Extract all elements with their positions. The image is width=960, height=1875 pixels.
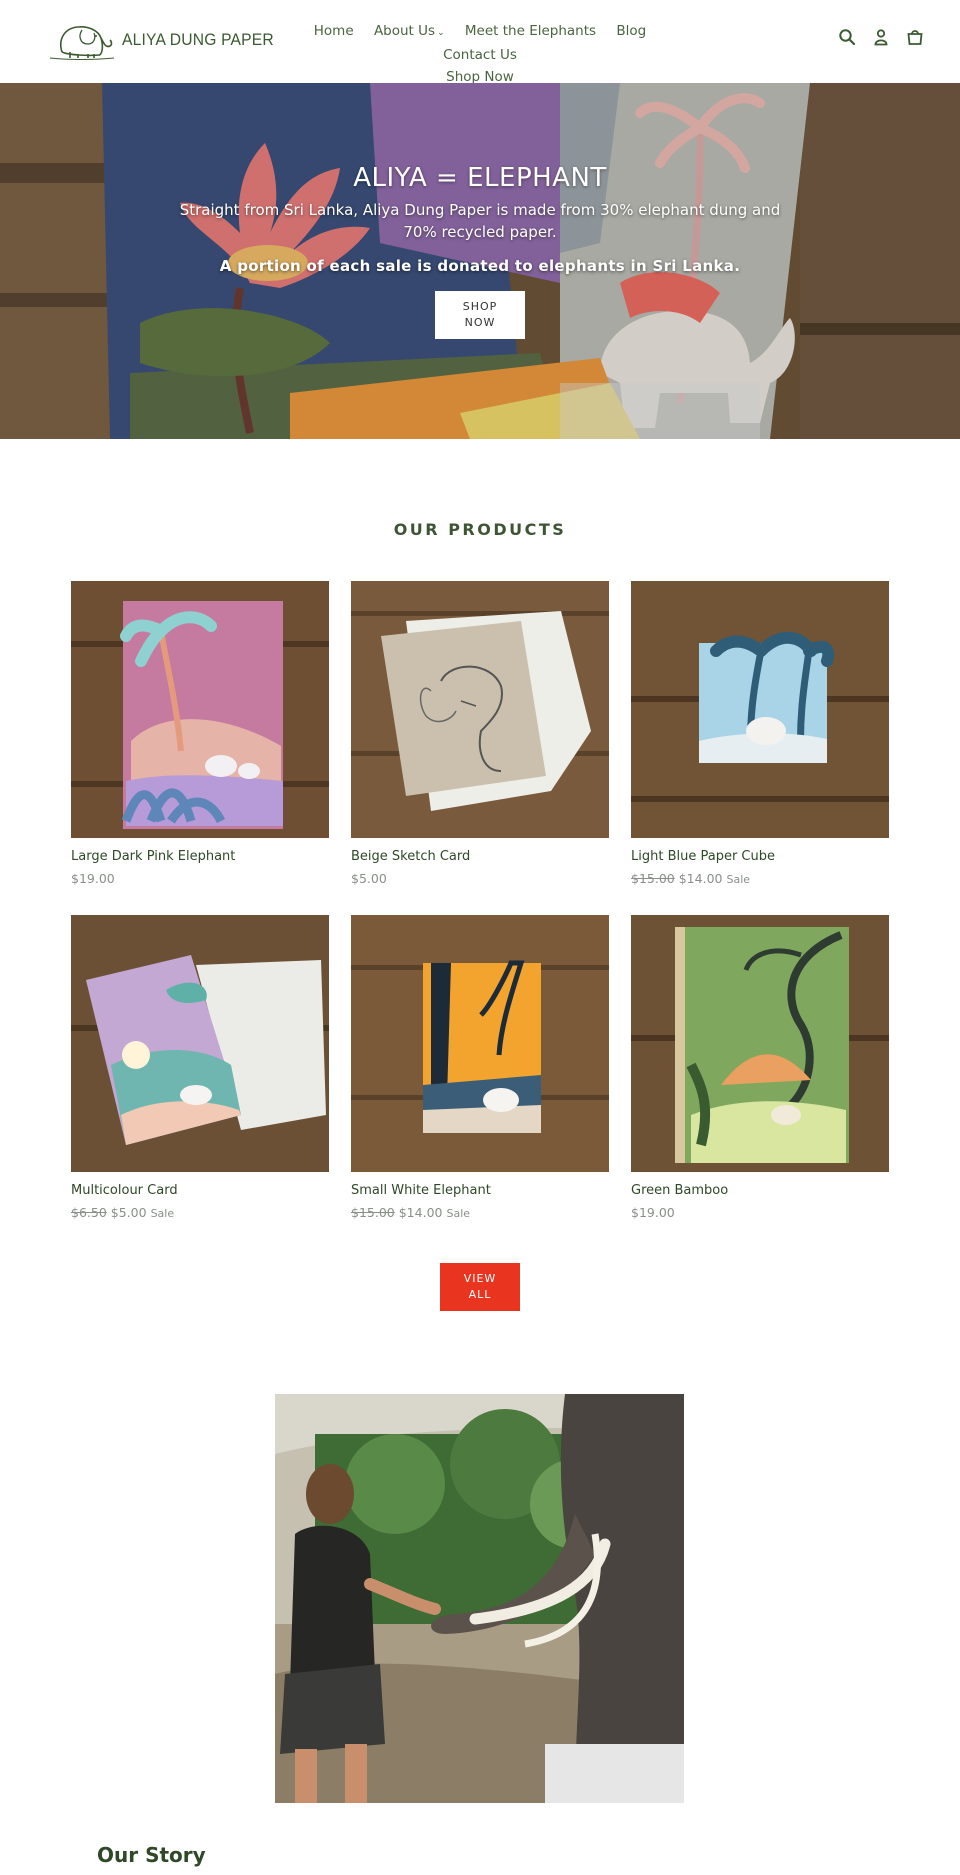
nav-about-us[interactable]: About Us ⌄ xyxy=(374,23,445,39)
sale-label: Sale xyxy=(726,873,751,886)
sale-label: Sale xyxy=(150,1207,175,1220)
product-photo xyxy=(631,915,889,1172)
product-name[interactable]: Light Blue Paper Cube xyxy=(631,849,889,864)
product-current-price: $14.00 xyxy=(398,1205,443,1220)
product-price: $6.50 $5.00 Sale xyxy=(71,1205,329,1220)
site-header: ALIYA DUNG PAPER Home About Us ⌄ Meet the… xyxy=(0,0,960,85)
product-current-price: $5.00 xyxy=(351,871,387,886)
product-old-price: $15.00 xyxy=(351,1205,395,1220)
product-image-small-white-elephant[interactable] xyxy=(351,915,609,1172)
product-photo xyxy=(351,581,609,838)
products-section-title: OUR PRODUCTS xyxy=(393,520,567,539)
hero-title: ALIYA = ELEPHANT xyxy=(353,163,607,193)
cart-icon[interactable] xyxy=(906,28,924,46)
shop-now-button-line1: SHOP xyxy=(462,300,498,313)
nav-blog[interactable]: Blog xyxy=(616,23,646,39)
view-all-button[interactable]: VIEW ALL xyxy=(440,1263,520,1311)
site-logo[interactable]: ALIYA DUNG PAPER xyxy=(48,18,287,62)
hero-content: ALIYA = ELEPHANT Straight from Sri Lanka… xyxy=(0,83,960,339)
product-price: $19.00 xyxy=(71,871,329,886)
product-card[interactable]: Light Blue Paper Cube $15.00 $14.00 Sale xyxy=(631,581,889,886)
product-current-price: $5.00 xyxy=(110,1205,147,1220)
product-image-light-blue-paper-cube[interactable] xyxy=(631,581,889,838)
product-image-large-dark-pink-elephant[interactable] xyxy=(71,581,329,838)
logo-text: ALIYA DUNG PAPER xyxy=(122,30,274,49)
product-current-price: $14.00 xyxy=(678,871,723,886)
product-current-price: $19.00 xyxy=(71,871,115,886)
story-title: Our Story xyxy=(97,1843,206,1867)
product-card[interactable]: Green Bamboo $19.00 xyxy=(631,915,889,1220)
nav-contact-us[interactable]: Contact Us xyxy=(443,47,517,63)
product-name[interactable]: Beige Sketch Card xyxy=(351,849,609,864)
account-icon[interactable] xyxy=(872,28,890,46)
story-photo xyxy=(275,1394,684,1803)
view-all-line1: VIEW xyxy=(463,1272,497,1285)
nav-about-us-label: About Us xyxy=(373,23,436,39)
nav-home[interactable]: Home xyxy=(314,23,354,39)
view-all-line2: ALL xyxy=(468,1288,492,1301)
product-photo xyxy=(71,915,329,1172)
shop-now-button-line2: NOW xyxy=(464,316,496,329)
sale-label: Sale xyxy=(446,1207,471,1220)
product-name[interactable]: Large Dark Pink Elephant xyxy=(71,849,329,864)
product-photo xyxy=(71,581,329,838)
elephant-logo-icon xyxy=(49,26,115,60)
product-image-green-bamboo[interactable] xyxy=(631,915,889,1172)
nav-meet-the-elephants[interactable]: Meet the Elephants xyxy=(465,23,596,39)
product-card[interactable]: Beige Sketch Card $5.00 xyxy=(351,581,609,886)
product-image-multicolour-card[interactable] xyxy=(71,915,329,1172)
search-icon[interactable] xyxy=(838,28,856,46)
product-old-price: $15.00 xyxy=(631,871,675,886)
product-name[interactable]: Small White Elephant xyxy=(351,1183,609,1198)
product-photo xyxy=(351,915,609,1172)
hero-donation-text: A portion of each sale is donated to ele… xyxy=(219,257,741,275)
story-image xyxy=(275,1394,684,1803)
product-image-beige-sketch-card[interactable] xyxy=(351,581,609,838)
product-price: $5.00 xyxy=(351,871,609,886)
product-price: $19.00 xyxy=(631,1205,889,1220)
chevron-down-icon: ⌄ xyxy=(437,28,445,38)
product-name[interactable]: Green Bamboo xyxy=(631,1183,889,1198)
product-card[interactable]: Multicolour Card $6.50 $5.00 Sale xyxy=(71,915,329,1220)
product-photo xyxy=(631,581,889,838)
product-price: $15.00 $14.00 Sale xyxy=(631,871,889,886)
hero-subtitle: Straight from Sri Lanka, Aliya Dung Pape… xyxy=(179,201,781,241)
product-name[interactable]: Multicolour Card xyxy=(71,1183,329,1198)
product-old-price: $6.50 xyxy=(71,1205,107,1220)
product-card[interactable]: Small White Elephant $15.00 $14.00 Sale xyxy=(351,915,609,1220)
header-icons xyxy=(838,28,924,46)
product-current-price: $19.00 xyxy=(631,1205,675,1220)
shop-now-button[interactable]: SHOP NOW xyxy=(435,291,525,339)
product-card[interactable]: Large Dark Pink Elephant $19.00 xyxy=(71,581,329,886)
product-price: $15.00 $14.00 Sale xyxy=(351,1205,609,1220)
main-nav: Home About Us ⌄ Meet the Elephants Blog C… xyxy=(280,20,680,88)
